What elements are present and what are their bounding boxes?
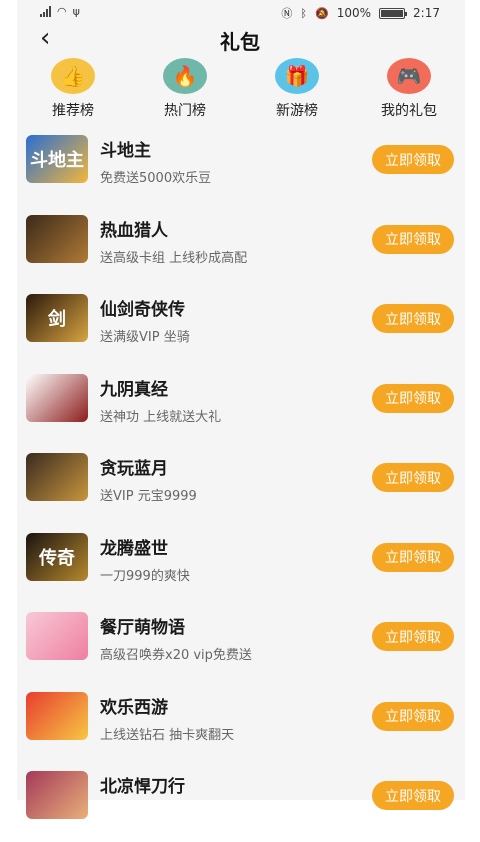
list-item[interactable]: 热血猎人送高级卡组 上线秒成高配 立即领取 [17, 206, 465, 286]
tab-1[interactable]: 👍 推荐榜 [17, 58, 129, 122]
game-name: 龙腾盛世 [100, 538, 168, 559]
game-thumbnail[interactable] [26, 453, 88, 501]
list-item[interactable]: 九阴真经送神功 上线就送大礼 立即领取 [17, 365, 465, 445]
game-name: 九阴真经 [100, 379, 168, 400]
clock: 2:17 [413, 6, 440, 20]
list-item[interactable]: 欢乐西游上线送钻石 抽卡爽翻天 立即领取 [17, 683, 465, 763]
nfc-icon: Ⓝ [281, 7, 293, 20]
list-item[interactable]: 斗地主 斗地主免费送5000欢乐豆 立即领取 [17, 126, 465, 206]
status-bar: ◠ ψ Ⓝ ᛒ 🔕 100% 2:17 [0, 0, 480, 26]
mute-icon: 🔕 [315, 6, 329, 20]
page-title: 礼包 [220, 30, 260, 54]
app-screen: ◠ ψ Ⓝ ᛒ 🔕 100% 2:17 ‹ 礼包 👍 推荐榜 🔥 热门榜 🎁 新游榜 🎮 我的… [0, 0, 480, 819]
thumbnail-text: 剑 [48, 309, 66, 330]
battery-fill [381, 9, 404, 17]
signal-icon [40, 6, 51, 17]
gift-description: 一刀999的爽快 [100, 568, 190, 584]
game-name: 贪玩蓝月 [100, 459, 168, 479]
claim-button[interactable]: 立即领取 [372, 542, 454, 572]
game-name: 北凉悍刀行 [100, 777, 185, 797]
claim-button[interactable]: 立即领取 [372, 383, 454, 413]
gift-description: 送VIP 元宝9999 [100, 489, 197, 504]
gift-description: 送神功 上线就送大礼 [100, 409, 222, 425]
gift-description: 免费送5000欢乐豆 [100, 171, 212, 186]
usb-icon: ψ [72, 5, 80, 18]
game-thumbnail[interactable] [26, 612, 88, 660]
tab-3[interactable]: 🎁 新游榜 [241, 58, 353, 122]
gift-description: 送满级VIP 坐骑 [100, 330, 190, 345]
game-thumbnail[interactable] [26, 373, 88, 422]
claim-button[interactable]: 立即领取 [372, 701, 454, 731]
game-thumbnail[interactable] [26, 214, 88, 263]
thumbnail-text: 斗地主 [30, 150, 84, 171]
wifi-icon: ◠ [57, 5, 67, 18]
thumbs-up-icon: 👍 [51, 58, 95, 94]
tab-2[interactable]: 🔥 热门榜 [129, 58, 241, 122]
game-thumbnail[interactable] [26, 691, 88, 740]
claim-button[interactable]: 立即领取 [372, 781, 454, 810]
game-thumbnail[interactable]: 斗地主 [26, 135, 88, 183]
list-item[interactable]: 餐厅萌物语高级召唤券x20 vip免费送 立即领取 [17, 603, 465, 683]
tab-label: 推荐榜 [52, 103, 94, 119]
gift-description: 高级召唤券x20 vip免费送 [100, 648, 252, 663]
header: ‹ 礼包 [0, 24, 480, 58]
list-item[interactable]: 贪玩蓝月送VIP 元宝9999 立即领取 [17, 444, 465, 524]
gift-list: 斗地主 斗地主 免费送5000欢乐豆 立即领取 热血猎人 送高级卡组 上线秒成高配 立即领取… [17, 126, 465, 842]
status-left: ◠ ψ [40, 5, 80, 18]
list-item[interactable]: 传奇 龙腾盛世一刀999的爽快 立即领取 [17, 524, 465, 604]
tab-label: 热门榜 [164, 103, 206, 119]
game-thumbnail[interactable] [26, 771, 88, 819]
list-item[interactable]: 北凉悍刀行 立即领取 [17, 762, 465, 842]
claim-button[interactable]: 立即领取 [372, 622, 454, 651]
claim-button[interactable]: 立即领取 [372, 224, 454, 254]
tab-label: 我的礼包 [381, 103, 437, 119]
tab-4[interactable]: 🎮 我的礼包 [353, 58, 465, 122]
game-name: 餐厅萌物语 [100, 618, 185, 638]
claim-button[interactable]: 立即领取 [372, 304, 454, 333]
game-name: 仙剑奇侠传 [100, 300, 185, 320]
thumbnail-text: 传奇 [39, 547, 75, 569]
gamepad-icon: 🎮 [387, 58, 431, 94]
game-name: 斗地主 [100, 141, 151, 161]
game-name: 欢乐西游 [100, 697, 168, 718]
game-thumbnail[interactable]: 传奇 [26, 532, 88, 581]
campfire-icon: 🔥 [163, 58, 207, 94]
list-item[interactable]: 剑 仙剑奇侠传送满级VIP 坐骑 立即领取 [17, 285, 465, 365]
tab-label: 新游榜 [276, 103, 318, 119]
category-tabs: 👍 推荐榜 🔥 热门榜 🎁 新游榜 🎮 我的礼包 [17, 58, 465, 122]
game-thumbnail[interactable]: 剑 [26, 294, 88, 342]
status-right: Ⓝ ᛒ 🔕 100% 2:17 [281, 5, 440, 21]
battery-percent: 100% [336, 6, 372, 20]
game-name: 热血猎人 [100, 220, 168, 241]
gift-box-icon: 🎁 [275, 58, 319, 94]
bluetooth-icon: ᛒ [300, 6, 308, 20]
claim-button[interactable]: 立即领取 [372, 145, 454, 174]
claim-button[interactable]: 立即领取 [372, 463, 454, 492]
gift-description: 送高级卡组 上线秒成高配 [100, 250, 248, 266]
battery-icon [379, 7, 408, 19]
gift-description: 上线送钻石 抽卡爽翻天 [100, 727, 235, 743]
